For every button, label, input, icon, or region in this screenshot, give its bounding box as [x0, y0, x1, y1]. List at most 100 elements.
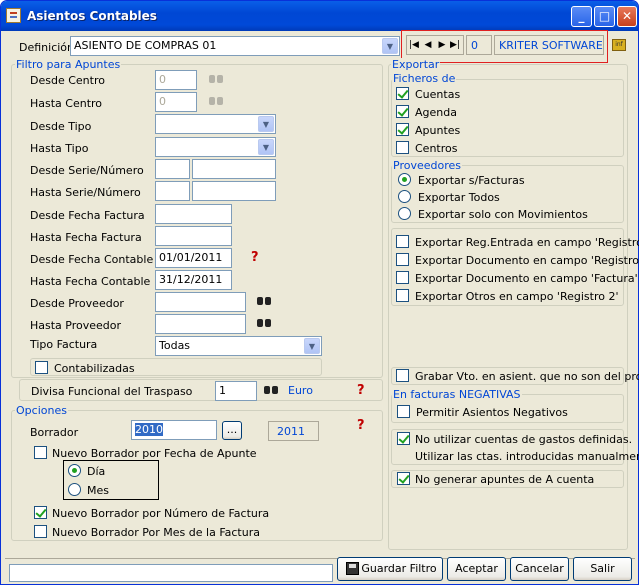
borrador-year: 2011 [268, 421, 319, 441]
nuevo-numero-factura-checkbox[interactable] [34, 506, 47, 519]
help-icon[interactable]: ? [357, 418, 365, 433]
hasta-fecha-contable-input[interactable]: 31/12/2011 [155, 270, 232, 290]
tipo-factura-value: Todas [159, 339, 191, 352]
campo-reg-entrada-checkbox[interactable] [396, 235, 409, 248]
desde-centro-label: Desde Centro [30, 74, 105, 87]
desde-numero-input[interactable] [192, 159, 276, 179]
ficheros-agenda-checkbox[interactable] [396, 105, 409, 118]
grabar-vto-label: Grabar Vto. en asient. que no son del pr… [415, 370, 639, 383]
nuevo-mes-factura-checkbox[interactable] [34, 525, 47, 538]
hasta-serie-label: Hasta Serie/Número [30, 186, 141, 199]
desde-fecha-factura-input[interactable] [155, 204, 232, 224]
permitir-negativos-checkbox[interactable] [397, 405, 410, 418]
info-icon[interactable]: inf [612, 39, 626, 51]
nuevo-fecha-apunte-checkbox[interactable] [34, 446, 47, 459]
prev-record-icon[interactable]: ◀ [421, 37, 435, 53]
app-icon [6, 8, 21, 23]
chevron-down-icon[interactable]: ▼ [258, 139, 274, 155]
hasta-fecha-factura-label: Hasta Fecha Factura [30, 231, 142, 244]
hasta-centro-input[interactable]: 0 [155, 92, 197, 112]
main-window: Asientos Contables _ □ ✕ Definición ASIE… [0, 0, 639, 585]
filtro-title: Filtro para Apuntes [15, 58, 122, 71]
hasta-fecha-contable-label: Hasta Fecha Contable [30, 275, 151, 288]
binoculars-icon[interactable] [263, 383, 279, 395]
ficheros-apuntes-checkbox[interactable] [396, 123, 409, 136]
no-apuntes-cuenta-checkbox[interactable] [397, 472, 410, 485]
guardar-filtro-label: Guardar Filtro [361, 562, 437, 575]
chevron-down-icon[interactable]: ▼ [304, 338, 320, 354]
salir-button[interactable]: Salir [573, 557, 632, 581]
campo-doc-registro-label: Exportar Documento en campo 'Registro' [415, 254, 639, 267]
help-icon[interactable]: ? [357, 383, 365, 398]
maximize-button[interactable]: □ [594, 6, 615, 27]
borrador-input[interactable]: 2010 [131, 420, 217, 440]
contabilizadas-label: Contabilizadas [54, 362, 135, 375]
dia-radio[interactable] [68, 464, 81, 477]
permitir-negativos-label: Permitir Asientos Negativos [416, 406, 568, 419]
grabar-vto-checkbox[interactable] [396, 369, 409, 382]
chevron-down-icon[interactable]: ▼ [258, 116, 274, 132]
next-record-icon[interactable]: ▶ [435, 37, 449, 53]
nav-counter: 0 [466, 35, 492, 55]
desde-fecha-contable-label: Desde Fecha Contable [30, 253, 154, 266]
divisa-input[interactable]: 1 [215, 381, 257, 401]
proveedores-sfacturas-radio[interactable] [398, 173, 411, 186]
ficheros-cuentas-checkbox[interactable] [396, 87, 409, 100]
borrador-browse-button[interactable]: ... [222, 421, 242, 440]
ficheros-centros-checkbox[interactable] [396, 141, 409, 154]
chevron-down-icon[interactable]: ▼ [382, 38, 398, 54]
definicion-combo[interactable]: ASIENTO DE COMPRAS 01 ▼ [70, 36, 400, 56]
nuevo-mes-factura-label: Nuevo Borrador Por Mes de la Factura [52, 526, 260, 539]
campo-doc-registro-checkbox[interactable] [396, 253, 409, 266]
campo-otros-label: Exportar Otros en campo 'Registro 2' [415, 290, 619, 303]
nuevo-fecha-apunte-label: Nuevo Borrador por Fecha de Apunte [52, 447, 257, 460]
tipo-factura-combo[interactable]: Todas ▼ [155, 336, 322, 356]
proveedores-todos-radio[interactable] [398, 190, 411, 203]
divisa-label: Divisa Funcional del Traspaso [31, 385, 193, 398]
campo-otros-checkbox[interactable] [396, 289, 409, 302]
close-button[interactable]: ✕ [617, 6, 637, 27]
status-field [9, 564, 333, 582]
contabilizadas-checkbox[interactable] [35, 361, 48, 374]
hasta-numero-input[interactable] [192, 181, 276, 201]
desde-tipo-combo[interactable]: ▼ [155, 114, 276, 134]
floppy-disk-icon [346, 562, 359, 575]
brand-label: KRITER SOFTWARE [494, 35, 604, 55]
borrador-value: 2010 [135, 423, 163, 436]
binoculars-icon[interactable] [256, 316, 272, 328]
desde-serie-label: Desde Serie/Número [30, 164, 144, 177]
aceptar-button[interactable]: Aceptar [447, 557, 506, 581]
proveedores-movimientos-label: Exportar solo con Movimientos [418, 208, 588, 221]
binoculars-icon[interactable] [208, 72, 224, 84]
desde-fecha-contable-input[interactable]: 01/01/2011 [155, 248, 232, 268]
desde-proveedor-input[interactable] [155, 292, 246, 312]
proveedores-title: Proveedores [392, 159, 462, 172]
guardar-filtro-button[interactable]: Guardar Filtro [337, 557, 443, 581]
desde-centro-input[interactable]: 0 [155, 70, 197, 90]
first-record-icon[interactable]: |◀ [407, 37, 421, 53]
hasta-serie-input[interactable] [155, 181, 190, 201]
ficheros-cuentas-label: Cuentas [415, 88, 461, 101]
cancelar-button[interactable]: Cancelar [510, 557, 569, 581]
desde-serie-input[interactable] [155, 159, 190, 179]
mes-label: Mes [87, 484, 109, 497]
binoculars-icon[interactable] [256, 294, 272, 306]
no-cuentas-gastos-label: No utilizar cuentas de gastos definidas. [415, 433, 633, 446]
last-record-icon[interactable]: ▶| [448, 37, 462, 53]
title-bar: Asientos Contables _ □ ✕ [1, 1, 638, 31]
desde-proveedor-label: Desde Proveedor [30, 297, 124, 310]
binoculars-icon[interactable] [208, 94, 224, 106]
negativas-title: En facturas NEGATIVAS [392, 388, 522, 401]
campo-doc-factura-checkbox[interactable] [396, 271, 409, 284]
hasta-tipo-combo[interactable]: ▼ [155, 137, 276, 157]
no-cuentas-gastos-checkbox[interactable] [397, 432, 410, 445]
proveedores-movimientos-radio[interactable] [398, 207, 411, 220]
minimize-button[interactable]: _ [571, 6, 592, 27]
hasta-fecha-factura-input[interactable] [155, 226, 232, 246]
tipo-factura-label: Tipo Factura [30, 338, 98, 351]
definicion-label: Definición [19, 41, 74, 54]
hasta-proveedor-label: Hasta Proveedor [30, 319, 122, 332]
hasta-proveedor-input[interactable] [155, 314, 246, 334]
help-icon[interactable]: ? [251, 250, 259, 265]
mes-radio[interactable] [68, 483, 81, 496]
